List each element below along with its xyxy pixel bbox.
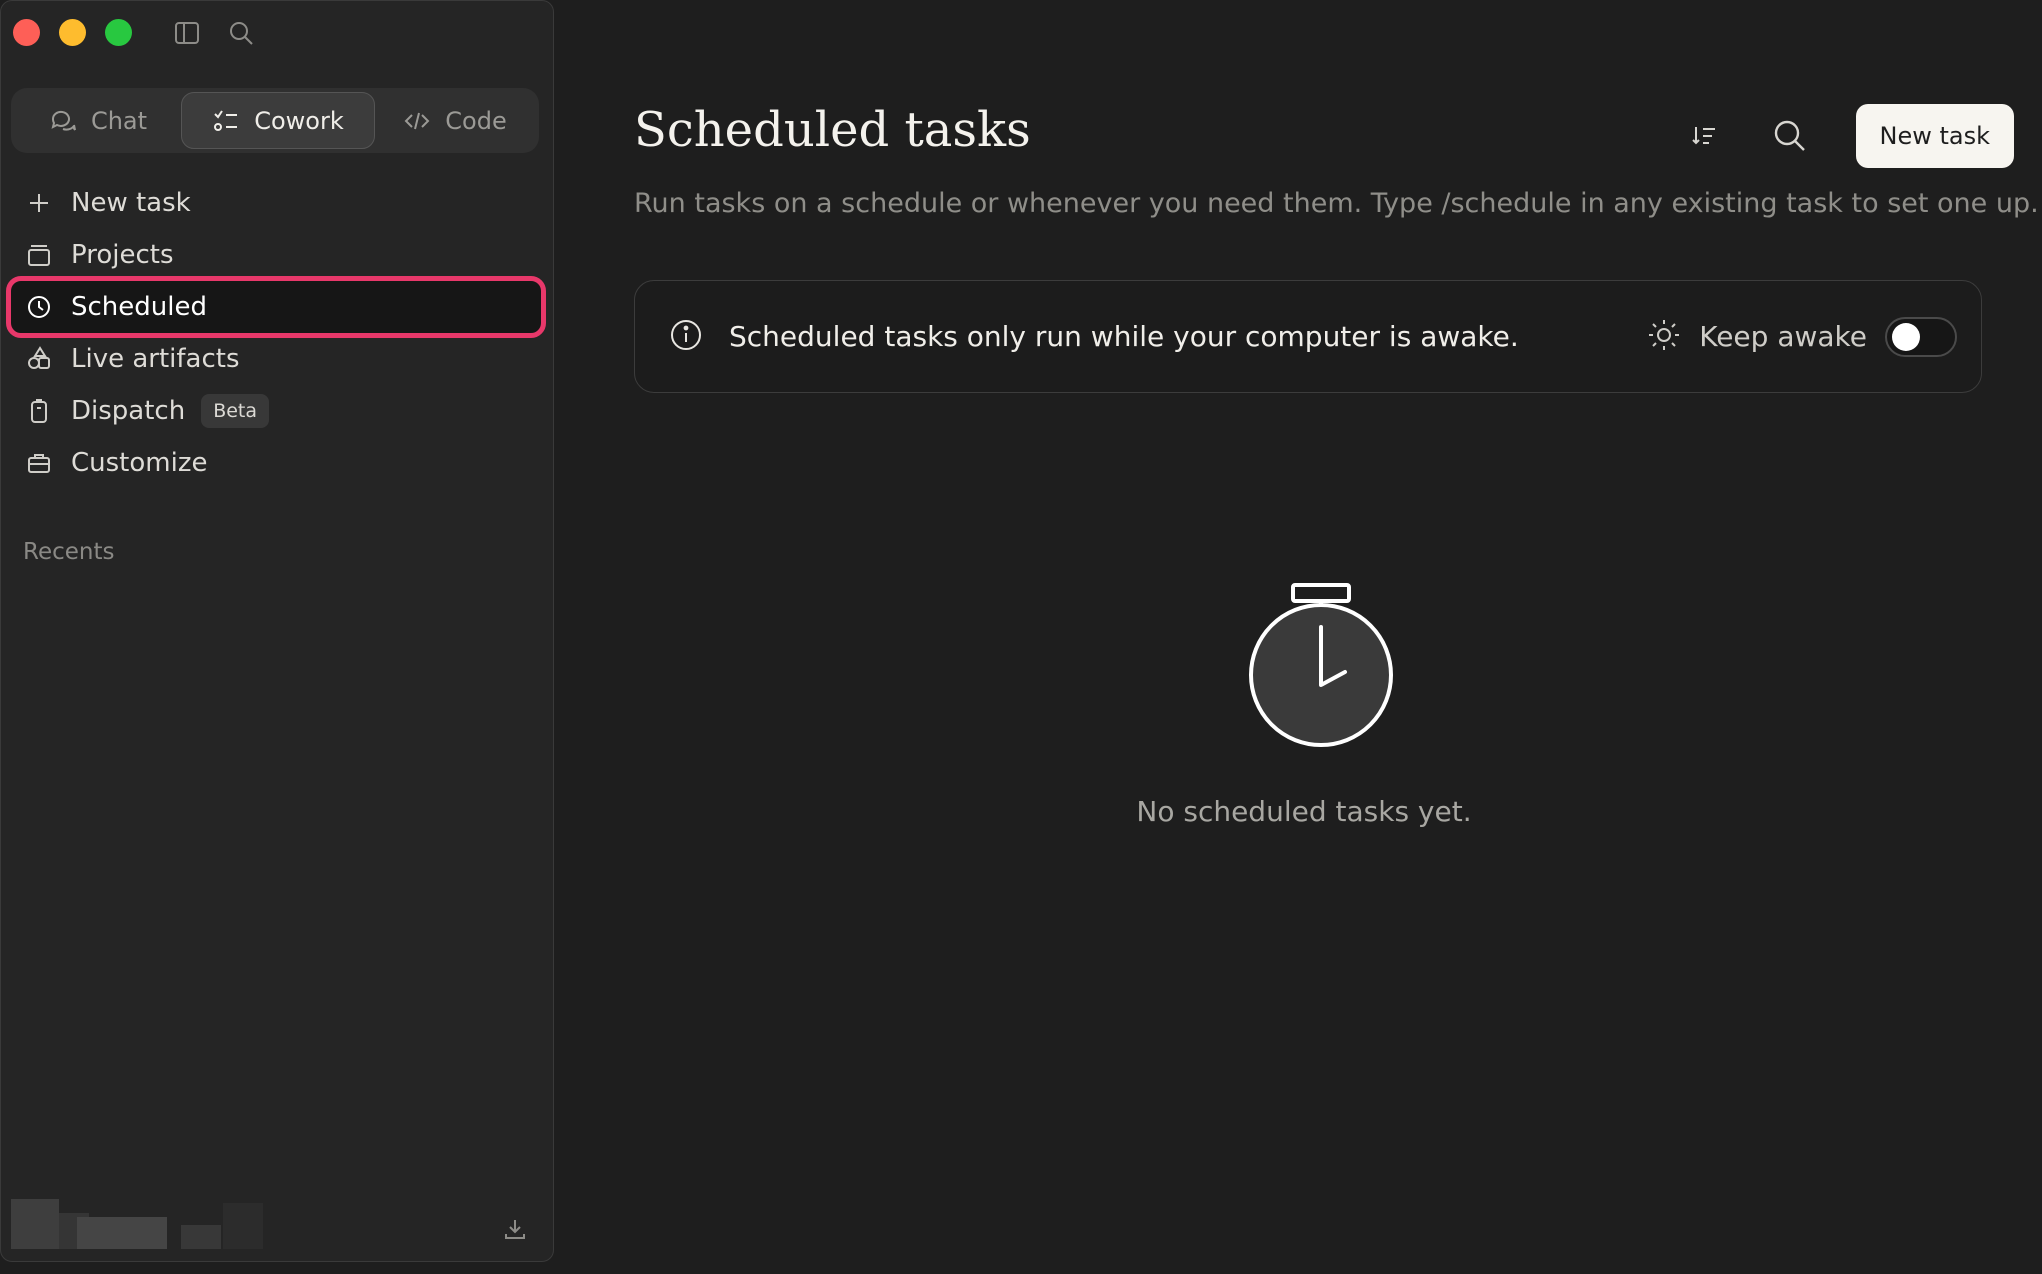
download-icon[interactable] — [501, 1215, 529, 1243]
tab-chat[interactable]: Chat — [15, 92, 181, 149]
folder-stack-icon — [25, 241, 53, 269]
sidebar-item-projects[interactable]: Projects — [11, 229, 541, 281]
new-task-button[interactable]: New task — [1855, 104, 2014, 168]
sidebar-item-customize[interactable]: Customize — [11, 437, 541, 489]
window-controls — [13, 19, 132, 46]
tab-code[interactable]: Code — [375, 92, 535, 149]
stopwatch-icon — [1249, 583, 1393, 747]
phone-icon — [25, 397, 53, 425]
tab-cowork-label: Cowork — [254, 106, 344, 135]
tab-code-label: Code — [445, 106, 507, 135]
plus-icon — [25, 189, 53, 217]
sidebar: Chat Cowork Code New task Projects Sched… — [0, 0, 554, 1262]
sidebar-item-label: New task — [71, 188, 191, 218]
clock-icon — [25, 293, 53, 321]
keep-awake-control: Keep awake — [1647, 316, 1957, 357]
empty-state-text: No scheduled tasks yet. — [1136, 795, 1472, 828]
tab-cowork[interactable]: Cowork — [181, 92, 375, 149]
search-icon[interactable] — [1770, 116, 1810, 156]
minimize-window-button[interactable] — [59, 19, 86, 46]
sidebar-item-label: Live artifacts — [71, 344, 240, 374]
app-window: Chat Cowork Code New task Projects Sched… — [0, 0, 2042, 1274]
sort-icon[interactable] — [1684, 116, 1724, 156]
sidebar-item-label: Dispatch — [71, 396, 186, 426]
sidebar-item-new-task[interactable]: New task — [11, 177, 541, 229]
code-icon — [404, 112, 430, 129]
page-subtitle: Run tasks on a schedule or whenever you … — [634, 188, 2039, 219]
close-window-button[interactable] — [13, 19, 40, 46]
briefcase-icon — [25, 449, 53, 477]
beta-badge: Beta — [201, 394, 270, 428]
toggle-knob — [1892, 322, 1920, 351]
sidebar-item-scheduled[interactable]: Scheduled — [6, 276, 546, 338]
user-profile[interactable] — [11, 1195, 271, 1253]
sidebar-item-live-artifacts[interactable]: Live artifacts — [11, 333, 541, 385]
shapes-icon — [25, 345, 53, 373]
info-icon — [669, 318, 703, 356]
sidebar-toggle-icon[interactable] — [172, 18, 202, 48]
sidebar-item-label: Projects — [71, 240, 174, 270]
sidebar-item-dispatch[interactable]: Dispatch Beta — [11, 385, 541, 437]
page-title: Scheduled tasks — [634, 102, 1031, 158]
checklist-icon — [214, 109, 238, 131]
mode-switcher: Chat Cowork Code — [11, 88, 539, 153]
info-banner: Scheduled tasks only run while your comp… — [634, 280, 1982, 393]
sidebar-item-label: Customize — [71, 448, 208, 478]
sidebar-item-label: Scheduled — [71, 292, 207, 322]
sidebar-nav: New task Projects Scheduled Live artifac… — [6, 177, 546, 489]
keep-awake-label: Keep awake — [1699, 320, 1867, 353]
header-actions: New task — [1684, 104, 2014, 168]
chat-bubbles-icon — [51, 110, 76, 131]
maximize-window-button[interactable] — [105, 19, 132, 46]
recents-heading: Recents — [23, 539, 115, 565]
search-icon[interactable] — [226, 18, 256, 48]
sun-icon — [1647, 318, 1681, 356]
tab-chat-label: Chat — [90, 106, 148, 135]
keep-awake-toggle[interactable] — [1885, 316, 1957, 357]
banner-text: Scheduled tasks only run while your comp… — [729, 320, 1519, 353]
